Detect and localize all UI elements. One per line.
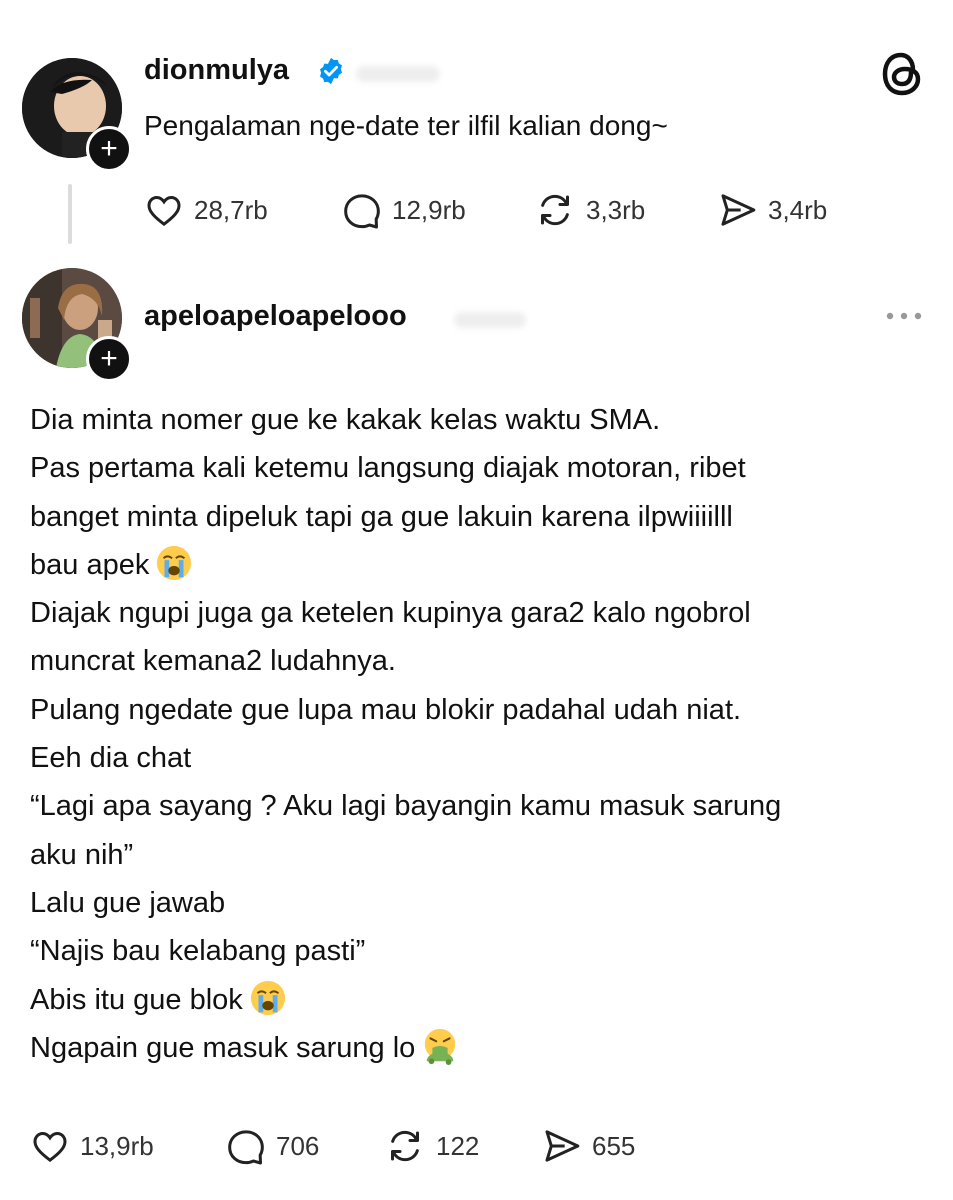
reply-line: aku nih”: [30, 838, 134, 871]
reply-username[interactable]: apeloapeloapelooo: [144, 300, 407, 333]
follow-plus-icon[interactable]: +: [86, 126, 132, 172]
like-count: 28,7rb: [194, 194, 268, 225]
send-icon: [721, 194, 756, 226]
reply-line: muncrat kemana2 ludahnya.: [30, 645, 396, 678]
repost-button[interactable]: 3,3rb: [534, 190, 645, 230]
share-count: 655: [592, 1130, 636, 1161]
vomiting-face-emoji: [425, 1029, 456, 1066]
threads-logo-icon[interactable]: [880, 50, 924, 98]
reply-line-text: Ngapain gue masuk sarung lo: [30, 1031, 416, 1064]
reply-line: Abis itu gue blok: [30, 976, 930, 1024]
like-button[interactable]: 13,9rb: [30, 1126, 154, 1166]
reply-line-text: Abis itu gue blok: [30, 983, 243, 1016]
share-count: 3,4rb: [768, 194, 828, 225]
like-count: 13,9rb: [80, 1130, 154, 1161]
heart-icon: [147, 195, 181, 227]
repost-icon: [541, 194, 569, 226]
reply-line: “Najis bau kelabang pasti”: [30, 935, 366, 968]
reply-line: Lalu gue jawab: [30, 886, 226, 919]
follow-plus-icon[interactable]: +: [86, 336, 132, 382]
reply-line: Dia minta nomer gue ke kakak kelas waktu…: [30, 404, 661, 436]
reply-line: Pulang ngedate gue lupa mau blokir padah…: [30, 693, 742, 726]
repost-count: 3,3rb: [586, 194, 646, 225]
reply-body: Dia minta nomer gue ke kakak kelas waktu…: [30, 396, 930, 1072]
send-icon: [545, 1130, 580, 1162]
more-dots-icon[interactable]: [884, 306, 924, 326]
reply-line: Eeh dia chat: [30, 742, 192, 775]
verified-badge-icon: [320, 57, 342, 85]
share-button[interactable]: 655: [542, 1126, 635, 1166]
reply-line: bau apek: [30, 541, 930, 589]
reply-button[interactable]: 12,9rb: [342, 190, 466, 230]
post-text: Pengalaman nge-date ter ilfil kalian don…: [144, 110, 668, 141]
reply-button[interactable]: 706: [226, 1126, 319, 1166]
share-button[interactable]: 3,4rb: [718, 190, 827, 230]
loudly-crying-face-emoji: [157, 546, 192, 581]
repost-icon: [391, 1130, 419, 1162]
redacted-timestamp: [454, 312, 526, 328]
heart-icon: [33, 1131, 67, 1163]
reply-line: Diajak ngupi juga ga ketelen kupinya gar…: [30, 597, 751, 630]
thread-connector-line: [68, 184, 72, 244]
like-button[interactable]: 28,7rb: [144, 190, 268, 230]
redacted-timestamp: [356, 66, 440, 82]
loudly-crying-face-emoji: [250, 980, 285, 1016]
reply-line: “Lagi apa sayang ? Aku lagi bayangin kam…: [30, 790, 782, 823]
reply-line: banget minta dipeluk tapi ga gue lakuin …: [30, 500, 733, 533]
repost-count: 122: [436, 1130, 480, 1161]
reply-line-text: bau apek: [30, 548, 150, 581]
post-username[interactable]: dionmulya: [144, 54, 289, 87]
repost-button[interactable]: 122: [384, 1126, 479, 1166]
reply-count: 12,9rb: [392, 194, 466, 225]
speech-bubble-icon: [344, 194, 380, 229]
reply-count: 706: [276, 1130, 320, 1161]
reply-line: Ngapain gue masuk sarung lo: [30, 1024, 930, 1072]
speech-bubble-icon: [228, 1130, 264, 1165]
reply-line: Pas pertama kali ketemu langsung diajak …: [30, 452, 746, 485]
